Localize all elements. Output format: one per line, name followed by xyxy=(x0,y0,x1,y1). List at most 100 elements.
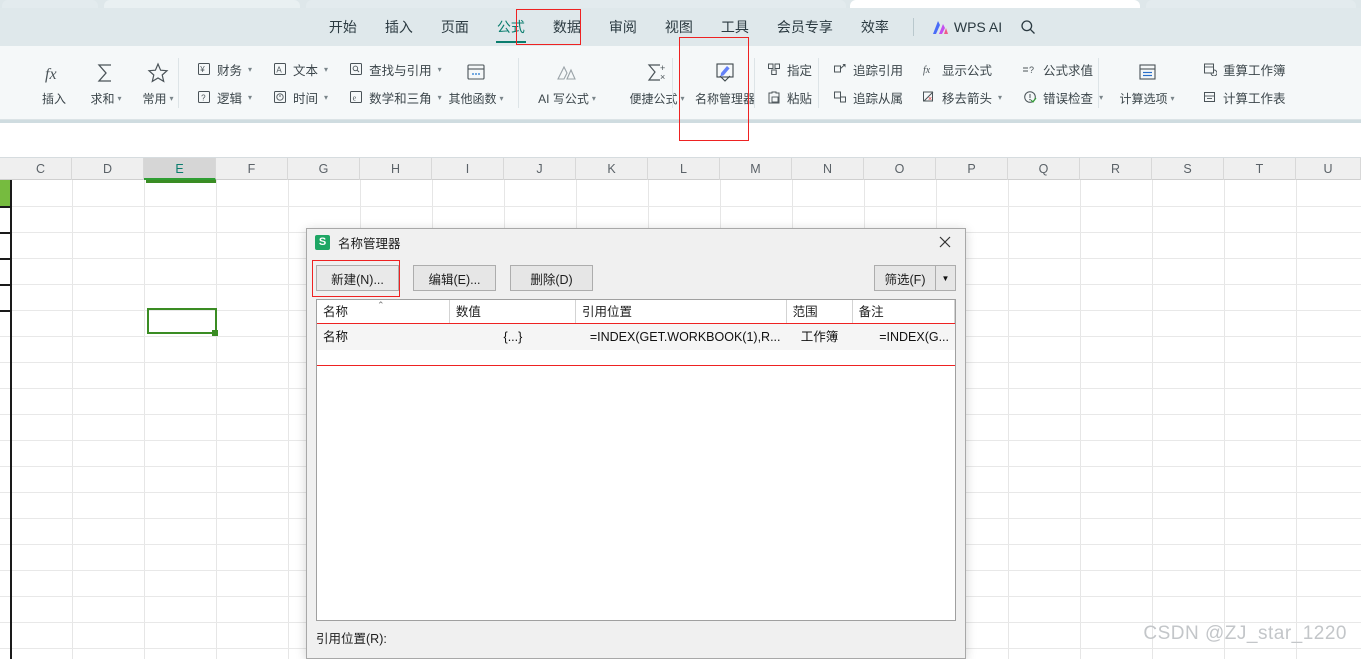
remove-arrows-button[interactable]: × 移去箭头 ▾ xyxy=(917,86,1006,108)
column-header-T[interactable]: T xyxy=(1224,158,1296,180)
column-header-K[interactable]: K xyxy=(576,158,648,180)
column-header-N[interactable]: N xyxy=(792,158,864,180)
assign-name-button[interactable]: 指定 xyxy=(762,58,816,80)
menu-item-page[interactable]: 页面 xyxy=(427,13,483,41)
column-header-U[interactable]: U xyxy=(1296,158,1361,180)
svg-text:e: e xyxy=(353,93,357,102)
column-header-note[interactable]: 备注 xyxy=(853,300,955,323)
menu-item-formula[interactable]: 公式 xyxy=(483,13,539,43)
menu-bar: 开始 插入 页面 公式 数据 审阅 视图 工具 会员专享 效率 WPS AI xyxy=(0,8,1361,46)
menu-item-tools[interactable]: 工具 xyxy=(707,13,763,41)
tab-ghost[interactable] xyxy=(104,0,300,8)
datetime-functions-button[interactable]: 时间 ▾ xyxy=(268,86,332,108)
column-header-refers[interactable]: 引用位置 xyxy=(576,300,787,323)
menu-item-view[interactable]: 视图 xyxy=(651,13,707,41)
new-name-button[interactable]: 新建(N)... xyxy=(316,265,399,291)
financial-functions-button[interactable]: ¥ 财务 ▾ xyxy=(192,58,256,80)
menu-item-start[interactable]: 开始 xyxy=(315,13,371,41)
dialog-title-bar[interactable]: S 名称管理器 xyxy=(307,229,965,255)
calc-options-button[interactable]: 计算选项 ▾ xyxy=(1108,59,1186,107)
column-header-G[interactable]: G xyxy=(288,158,360,180)
math-icon: e xyxy=(348,89,364,105)
column-header-C[interactable]: C xyxy=(10,158,72,180)
insert-function-button[interactable]: fx 插入 xyxy=(28,59,80,107)
column-header-E[interactable]: E xyxy=(144,158,216,180)
delete-name-button[interactable]: 删除(D) xyxy=(510,265,593,291)
name-manager-label: 名称管理器 xyxy=(694,92,755,106)
show-formulas-button[interactable]: fx 显示公式 xyxy=(917,58,1006,80)
error-check-button[interactable]: 错误检查 ▾ xyxy=(1018,86,1107,108)
menu-item-member[interactable]: 会员专享 xyxy=(763,13,847,41)
chevron-down-icon: ▾ xyxy=(324,64,329,74)
menu-item-review[interactable]: 审阅 xyxy=(595,13,651,41)
edit-name-button[interactable]: 编辑(E)... xyxy=(413,265,496,291)
evaluate-formula-button[interactable]: ? 公式求值 xyxy=(1018,58,1107,80)
wps-spreadsheet-window: 开始 插入 页面 公式 数据 审阅 视图 工具 会员专享 效率 WPS AI f… xyxy=(0,0,1361,659)
filter-button[interactable]: 筛选(F) xyxy=(874,265,936,291)
search-icon[interactable] xyxy=(1010,15,1046,39)
menu-divider xyxy=(912,18,914,36)
other-functions-button[interactable]: 其他函数 ▾ xyxy=(437,59,515,107)
row-indicator-active[interactable] xyxy=(0,180,10,206)
tab-ghost-active[interactable] xyxy=(850,0,1140,8)
formula-bar[interactable] xyxy=(0,120,1361,158)
chevron-down-icon[interactable]: ▼ xyxy=(936,265,956,291)
column-header-O[interactable]: O xyxy=(864,158,936,180)
calc-options-icon xyxy=(1134,59,1160,87)
wps-ai-button[interactable]: WPS AI xyxy=(924,15,1010,39)
cell-name: 名称 xyxy=(323,330,349,344)
column-header-R[interactable]: R xyxy=(1080,158,1152,180)
name-manager-dialog: S 名称管理器 新建(N)... 编辑(E)... 删除(D) 筛选(F) ▼ … xyxy=(306,228,966,659)
autosum-button[interactable]: 求和 ▾ xyxy=(80,59,132,107)
logical-functions-button[interactable]: ? 逻辑 ▾ xyxy=(192,86,256,108)
column-header-I[interactable]: I xyxy=(432,158,504,180)
quick-formula-icon: + × xyxy=(644,59,670,87)
tab-ghost[interactable] xyxy=(306,0,846,8)
window-tab-strip xyxy=(0,0,1361,8)
column-header-L[interactable]: L xyxy=(648,158,720,180)
column-header-H[interactable]: H xyxy=(360,158,432,180)
column-header-M[interactable]: M xyxy=(720,158,792,180)
menu-item-efficiency[interactable]: 效率 xyxy=(847,13,903,41)
names-list[interactable]: 名称 数值 引用位置 范围 备注 ⌃ 名称 {...} =INDEX(GET.W… xyxy=(316,299,956,621)
cell-refers-to: =INDEX(GET.WORKBOOK(1),R... xyxy=(589,330,781,344)
text-functions-button[interactable]: A 文本 ▾ xyxy=(268,58,332,80)
trace-precedents-button[interactable]: 追踪引用 xyxy=(828,58,907,80)
selected-cell[interactable] xyxy=(147,308,217,334)
menu-item-data[interactable]: 数据 xyxy=(539,13,595,41)
column-header-scope[interactable]: 范围 xyxy=(787,300,853,323)
tab-ghost[interactable] xyxy=(1146,0,1356,8)
table-row[interactable]: 名称 {...} =INDEX(GET.WORKBOOK(1),R... 工作簿… xyxy=(317,324,955,350)
text-label: 文本 xyxy=(293,63,319,78)
math-functions-button[interactable]: e 数学和三角 ▾ xyxy=(344,86,446,108)
lookup-functions-button[interactable]: 查找与引用 ▾ xyxy=(344,58,446,80)
cell-value: {...} xyxy=(503,330,523,344)
financial-label: 财务 xyxy=(217,63,243,78)
common-functions-button[interactable]: 常用 ▾ xyxy=(132,59,184,107)
column-header-value[interactable]: 数值 xyxy=(450,300,576,323)
cell-scope: 工作簿 xyxy=(800,330,839,344)
column-header-S[interactable]: S xyxy=(1152,158,1224,180)
recalc-workbook-button[interactable]: 重算工作簿 xyxy=(1198,58,1290,80)
trace-dependents-button[interactable]: 追踪从属 xyxy=(828,86,907,108)
paste-name-button[interactable]: 粘贴 xyxy=(762,86,816,108)
svg-text:fx: fx xyxy=(45,66,57,83)
tab-ghost[interactable] xyxy=(2,0,98,8)
name-manager-button[interactable]: 名称管理器 xyxy=(686,59,764,107)
column-header-F[interactable]: F xyxy=(216,158,288,180)
row-tick xyxy=(0,258,10,260)
function-column-2: A 文本 ▾ 时间 ▾ xyxy=(268,46,332,120)
column-header-Q[interactable]: Q xyxy=(1008,158,1080,180)
close-icon[interactable] xyxy=(931,230,959,254)
calc-sheet-button[interactable]: 计算工作表 xyxy=(1198,86,1290,108)
fill-handle[interactable] xyxy=(212,330,218,336)
menu-item-insert[interactable]: 插入 xyxy=(371,13,427,41)
ai-write-formula-button[interactable]: AI 写公式 ▾ xyxy=(528,59,606,107)
ribbon-divider xyxy=(754,58,755,108)
row-tick xyxy=(0,284,10,286)
column-header-P[interactable]: P xyxy=(936,158,1008,180)
column-header-D[interactable]: D xyxy=(72,158,144,180)
column-header-J[interactable]: J xyxy=(504,158,576,180)
quick-formula-button[interactable]: + × 便捷公式 ▾ xyxy=(618,59,696,107)
svg-text:fx: fx xyxy=(923,65,931,76)
